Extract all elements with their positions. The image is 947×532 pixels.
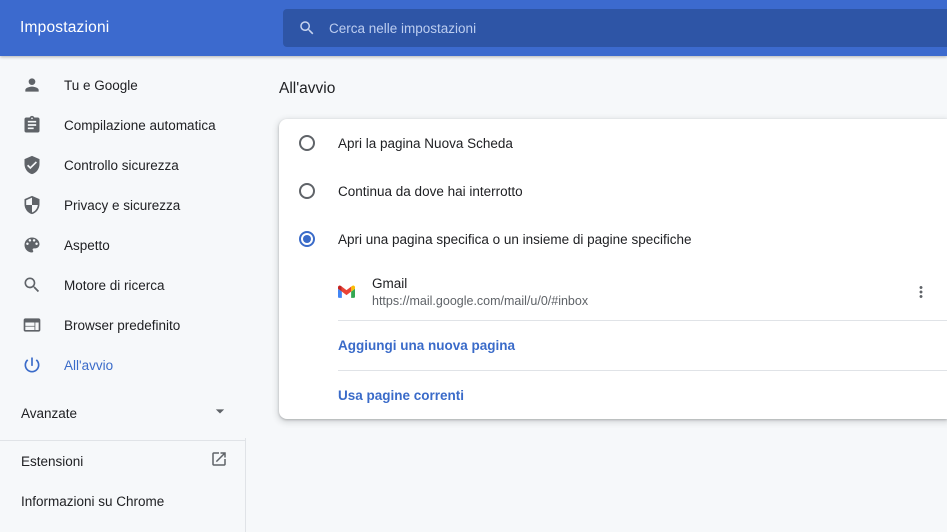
page-options-button[interactable]	[909, 280, 933, 304]
browser-icon	[22, 315, 42, 335]
sidebar-item-label: All'avvio	[64, 358, 113, 373]
add-new-page-label: Aggiungi una nuova pagina	[338, 338, 515, 353]
radio-selected[interactable]	[299, 231, 315, 247]
sidebar-item-motore-di-ricerca[interactable]: Motore di ricerca	[0, 265, 246, 305]
startup-page-row: Gmail https://mail.google.com/mail/u/0/#…	[279, 263, 947, 320]
option-label: Apri la pagina Nuova Scheda	[338, 136, 513, 151]
option-label: Continua da dove hai interrotto	[338, 184, 523, 199]
sidebar-item-allavvio[interactable]: All'avvio	[0, 345, 246, 385]
section-title: All'avvio	[279, 80, 947, 98]
settings-toolbar: Impostazioni	[0, 0, 947, 56]
sidebar-item-label: Compilazione automatica	[64, 118, 216, 133]
chevron-down-icon	[210, 401, 230, 426]
advanced-label: Avanzate	[21, 406, 210, 421]
open-in-new-icon	[210, 450, 228, 473]
radio-unselected[interactable]	[299, 135, 315, 151]
sidebar-item-label: Motore di ricerca	[64, 278, 165, 293]
sidebar-item-informazioni-su-chrome[interactable]: Informazioni su Chrome	[0, 481, 246, 521]
use-current-pages-label: Usa pagine correnti	[338, 388, 464, 403]
settings-content: All'avvio Apri la pagina Nuova Scheda Co…	[246, 56, 947, 532]
search-icon	[298, 19, 316, 37]
gmail-icon	[338, 283, 355, 300]
sidebar-item-privacy-e-sicurezza[interactable]: Privacy e sicurezza	[0, 185, 246, 225]
search-engine-icon	[22, 275, 42, 295]
on-startup-card: Apri la pagina Nuova Scheda Continua da …	[279, 119, 947, 419]
privacy-shield-icon	[22, 195, 42, 215]
more-vert-icon	[912, 283, 930, 301]
sidebar-item-compilazione-automatica[interactable]: Compilazione automatica	[0, 105, 246, 145]
sidebar-item-label: Aspetto	[64, 238, 110, 253]
sidebar-item-label: Controllo sicurezza	[64, 158, 179, 173]
sidebar-item-aspetto[interactable]: Aspetto	[0, 225, 246, 265]
safety-check-icon	[22, 155, 42, 175]
option-label: Apri una pagina specifica o un insieme d…	[338, 232, 691, 247]
startup-page-info: Gmail https://mail.google.com/mail/u/0/#…	[372, 276, 909, 308]
sidebar-item-avanzate[interactable]: Avanzate	[0, 393, 246, 433]
settings-page: Tu e Google Compilazione automatica Cont…	[0, 56, 947, 532]
page-title: Impostazioni	[20, 19, 109, 37]
palette-icon	[22, 235, 42, 255]
sidebar-item-label: Estensioni	[21, 454, 210, 469]
sidebar-item-label: Tu e Google	[64, 78, 138, 93]
power-icon	[22, 355, 42, 375]
settings-search-field[interactable]	[283, 9, 947, 47]
sidebar-item-estensioni[interactable]: Estensioni	[0, 441, 246, 481]
sidebar-item-tu-e-google[interactable]: Tu e Google	[0, 65, 246, 105]
radio-unselected[interactable]	[299, 183, 315, 199]
option-continue-where-left-off[interactable]: Continua da dove hai interrotto	[279, 167, 947, 215]
search-input[interactable]	[329, 21, 947, 36]
settings-sidebar: Tu e Google Compilazione automatica Cont…	[0, 56, 246, 532]
startup-page-title: Gmail	[372, 276, 909, 291]
sidebar-item-controllo-sicurezza[interactable]: Controllo sicurezza	[0, 145, 246, 185]
person-icon	[22, 75, 42, 95]
use-current-pages-button[interactable]: Usa pagine correnti	[279, 371, 947, 419]
add-new-page-button[interactable]: Aggiungi una nuova pagina	[279, 321, 947, 370]
startup-page-url: https://mail.google.com/mail/u/0/#inbox	[372, 294, 909, 308]
option-open-new-tab[interactable]: Apri la pagina Nuova Scheda	[279, 119, 947, 167]
sidebar-item-browser-predefinito[interactable]: Browser predefinito	[0, 305, 246, 345]
option-open-specific-pages[interactable]: Apri una pagina specifica o un insieme d…	[279, 215, 947, 263]
sidebar-item-label: Privacy e sicurezza	[64, 198, 180, 213]
sidebar-item-label: Browser predefinito	[64, 318, 180, 333]
autofill-icon	[22, 115, 42, 135]
sidebar-item-label: Informazioni su Chrome	[21, 494, 228, 509]
